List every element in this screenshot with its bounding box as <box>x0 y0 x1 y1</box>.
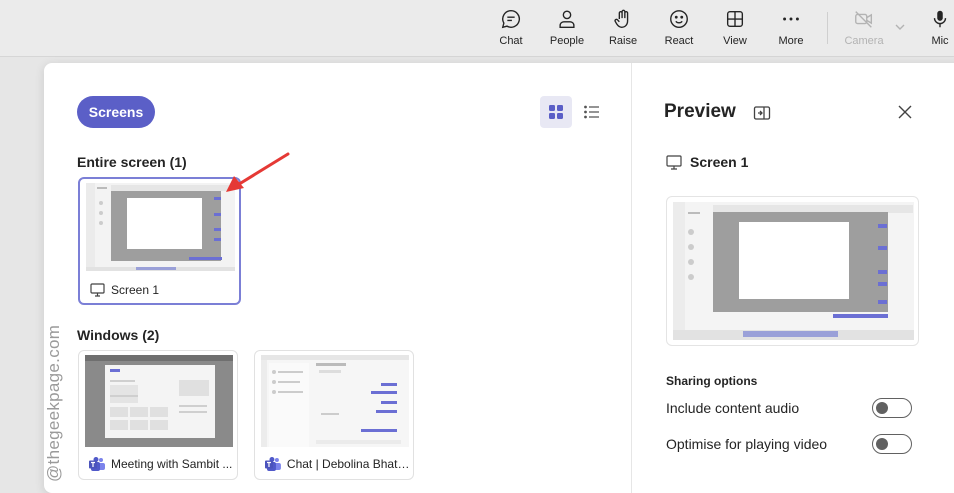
list-layout-button[interactable] <box>576 96 608 128</box>
view-label: View <box>723 35 747 47</box>
mic-label: Mic <box>931 35 949 47</box>
teams-icon <box>89 457 105 471</box>
preview-title: Preview <box>664 101 736 122</box>
window-label-chat: Chat | Debolina Bhatt... <box>265 456 410 472</box>
screen-1-label: Screen 1 <box>90 283 159 297</box>
annotation-arrow <box>226 152 290 192</box>
entire-screen-heading: Entire screen (1) <box>77 154 187 170</box>
monitor-icon <box>90 283 105 297</box>
pane-divider <box>631 63 632 493</box>
window-name-chat: Chat | Debolina Bhatt... <box>286 457 410 471</box>
watermark-text: @thegeekpage.com <box>44 324 63 482</box>
chevron-down-icon[interactable] <box>893 20 907 34</box>
pop-out-icon[interactable] <box>753 104 771 122</box>
smiley-icon <box>670 10 688 28</box>
chat-button[interactable]: Chat <box>485 8 537 52</box>
sharing-options-heading: Sharing options <box>666 374 758 388</box>
raise-hand-button[interactable]: Raise <box>597 8 649 52</box>
window-card-chat[interactable]: Chat | Debolina Bhatt... <box>254 350 414 480</box>
camera-off-icon <box>855 11 873 28</box>
preview-thumbnail-frame <box>666 196 919 346</box>
people-button[interactable]: People <box>541 8 593 52</box>
chat-icon <box>501 10 520 29</box>
toggle-knob <box>876 402 888 414</box>
mic-button[interactable]: Mic <box>914 8 954 52</box>
monitor-icon <box>666 154 682 170</box>
window-name-meeting: Meeting with Sambit ... <box>111 457 233 471</box>
camera-label: Camera <box>844 35 884 47</box>
grid-view-icon <box>726 10 744 28</box>
preview-screen-name: Screen 1 <box>666 154 748 170</box>
include-audio-toggle[interactable] <box>872 398 912 418</box>
optimise-video-row: Optimise for playing video <box>666 434 912 454</box>
chat-window-thumbnail <box>261 355 409 447</box>
screen-1-name: Screen 1 <box>111 283 160 297</box>
windows-heading: Windows (2) <box>77 327 160 343</box>
more-button[interactable]: More <box>765 8 817 52</box>
window-card-meeting[interactable]: Meeting with Sambit ... <box>78 350 238 480</box>
meeting-window-thumbnail <box>85 355 233 447</box>
camera-button[interactable]: Camera <box>838 8 890 52</box>
people-icon <box>559 10 575 28</box>
teams-icon <box>265 457 281 471</box>
list-icon <box>584 105 599 119</box>
preview-screen-label: Screen 1 <box>690 154 749 170</box>
people-label: People <box>549 35 585 47</box>
include-audio-label: Include content audio <box>666 400 800 416</box>
more-label: More <box>778 35 804 47</box>
toggle-knob <box>876 438 888 450</box>
raise-label: Raise <box>608 35 638 47</box>
share-content-dialog: Screens Entire screen (1) Screen 1 Windo… <box>44 63 954 493</box>
screen-thumbnail <box>86 183 235 271</box>
screen-1-card[interactable]: Screen 1 <box>78 177 241 305</box>
screens-tab[interactable]: Screens <box>77 96 155 128</box>
meeting-toolbar: Chat People Raise React View More Camera… <box>0 0 954 57</box>
react-label: React <box>664 35 694 47</box>
chat-label: Chat <box>499 35 523 47</box>
raise-hand-icon <box>614 9 629 28</box>
optimise-video-toggle[interactable] <box>872 434 912 454</box>
microphone-icon <box>933 10 947 28</box>
preview-screen-thumbnail <box>673 202 914 340</box>
more-dots-icon <box>783 17 799 21</box>
optimise-video-label: Optimise for playing video <box>666 436 828 452</box>
view-button[interactable]: View <box>709 8 761 52</box>
grid-icon <box>549 105 563 119</box>
close-icon[interactable] <box>896 103 914 121</box>
include-audio-row: Include content audio <box>666 398 912 418</box>
window-label-meeting: Meeting with Sambit ... <box>89 456 234 472</box>
react-button[interactable]: React <box>653 8 705 52</box>
toolbar-divider <box>827 12 828 44</box>
grid-layout-button[interactable] <box>540 96 572 128</box>
